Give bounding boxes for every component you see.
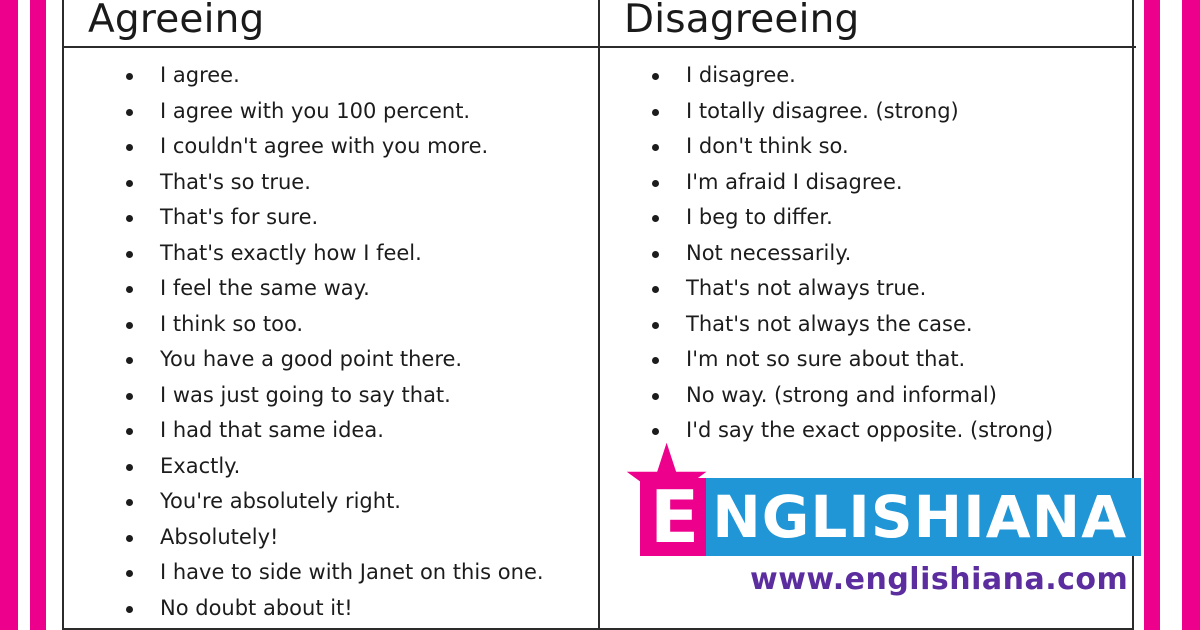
list-item: I beg to differ. [600,200,1136,236]
column-title: Disagreeing [624,0,860,42]
list-item: I think so too. [64,307,598,343]
list-item: No way. (strong and informal) [600,378,1136,414]
list-item: I don't think so. [600,129,1136,165]
list-item: That's exactly how I feel. [64,236,598,272]
list-item: That's not always true. [600,271,1136,307]
list-item: I feel the same way. [64,271,598,307]
list-item: You nailed it on the head. [64,626,598,630]
decorative-band-left-outer [0,0,18,630]
list-item: I totally disagree. (strong) [600,94,1136,130]
list-item: You're absolutely right. [64,484,598,520]
decorative-gap-left [18,0,30,630]
list-item: That's for sure. [64,200,598,236]
decorative-band-right-inner [1182,0,1200,630]
list-item: I couldn't agree with you more. [64,129,598,165]
list-item: Exactly. [64,449,598,485]
list-item: Not necessarily. [600,236,1136,272]
list-item: I agree with you 100 percent. [64,94,598,130]
decorative-gap-right [1160,0,1182,630]
logo-website-url: www.englishiana.com [750,562,1129,597]
list-item: That's so true. [64,165,598,201]
watermark-logo: ★ E NGLISHIANA www.englishiana.com [620,431,1142,620]
decorative-band-right-outer [1144,0,1160,630]
phrase-list-agreeing: I agree. I agree with you 100 percent. I c… [64,48,598,630]
list-item: I have to side with Janet on this one. [64,555,598,591]
column-header-disagreeing: Disagreeing [600,0,1136,48]
list-item: That's not always the case. [600,307,1136,343]
list-item: You have a good point there. [64,342,598,378]
decorative-band-left-inner [30,0,46,630]
logo-wordmark: E NGLISHIANA [640,478,1142,556]
list-item: I had that same idea. [64,413,598,449]
list-item: I was just going to say that. [64,378,598,414]
list-item: No doubt about it! [64,591,598,627]
list-item: I agree. [64,58,598,94]
logo-name: NGLISHIANA [706,478,1142,556]
list-item: I disagree. [600,58,1136,94]
list-item: I'm not so sure about that. [600,342,1136,378]
column-header-agreeing: Agreeing [64,0,598,48]
phrase-list-disagreeing: I disagree. I totally disagree. (strong) I… [600,48,1136,449]
list-item: I'm afraid I disagree. [600,165,1136,201]
table-column-agreeing: Agreeing I agree. I agree with you 100 pe… [64,0,600,630]
page-root: Agreeing I agree. I agree with you 100 pe… [0,0,1200,630]
logo-initial: E [640,478,707,556]
column-title: Agreeing [88,0,265,42]
list-item: Absolutely! [64,520,598,556]
